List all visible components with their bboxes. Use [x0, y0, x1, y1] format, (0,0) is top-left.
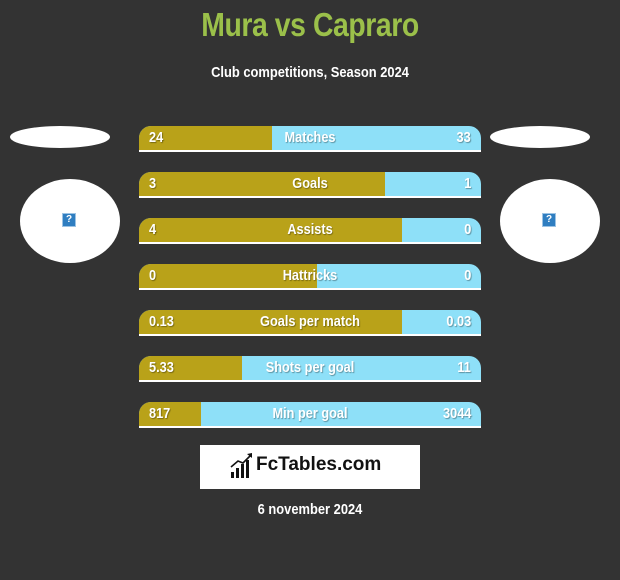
stat-label: Goals per match: [260, 313, 360, 330]
stat-row-matches: 24 Matches 33: [139, 126, 481, 152]
right-value: 0: [463, 267, 471, 284]
left-value: 0: [149, 267, 157, 284]
left-value: 4: [149, 221, 157, 238]
right-value: 11: [457, 359, 471, 376]
right-value: 1: [463, 175, 471, 192]
right-value: 33: [456, 129, 471, 146]
stat-row-assists: 4 Assists 0: [139, 218, 481, 244]
right-value: 0.03: [446, 313, 471, 330]
missing-image-icon: ?: [542, 213, 556, 227]
left-value: 24: [149, 129, 164, 146]
stat-label: Min per goal: [272, 405, 348, 422]
stat-label: Matches: [284, 129, 336, 146]
stat-row-shots-per-goal: 5.33 Shots per goal 11: [139, 356, 481, 382]
right-team-logo: ?: [500, 179, 600, 263]
left-team-logo: ?: [20, 179, 120, 263]
stat-row-min-per-goal: 817 Min per goal 3044: [139, 402, 481, 428]
brand-name: FcTables.com: [256, 454, 382, 475]
stat-label: Hattricks: [282, 267, 338, 284]
right-value: 0: [463, 221, 471, 238]
right-value: 3044: [442, 405, 471, 422]
left-player-name-oval: [10, 126, 110, 148]
page-title: Mura vs Capraro: [201, 6, 419, 43]
stat-label: Goals: [292, 175, 328, 192]
left-value: 3: [149, 175, 157, 192]
competition-subtitle: Club competitions, Season 2024: [211, 64, 409, 81]
report-date: 6 november 2024: [257, 501, 363, 518]
stat-row-hattricks: 0 Hattricks 0: [139, 264, 481, 290]
right-player-name-oval: [490, 126, 590, 148]
stat-row-goals: 3 Goals 1: [139, 172, 481, 198]
stat-label: Assists: [287, 221, 333, 238]
missing-image-icon: ?: [62, 213, 76, 227]
fctables-logo[interactable]: FcTables.com: [200, 445, 420, 489]
bar-chart-icon: [230, 453, 252, 478]
stat-row-goals-per-match: 0.13 Goals per match 0.03: [139, 310, 481, 336]
stat-label: Shots per goal: [265, 359, 355, 376]
